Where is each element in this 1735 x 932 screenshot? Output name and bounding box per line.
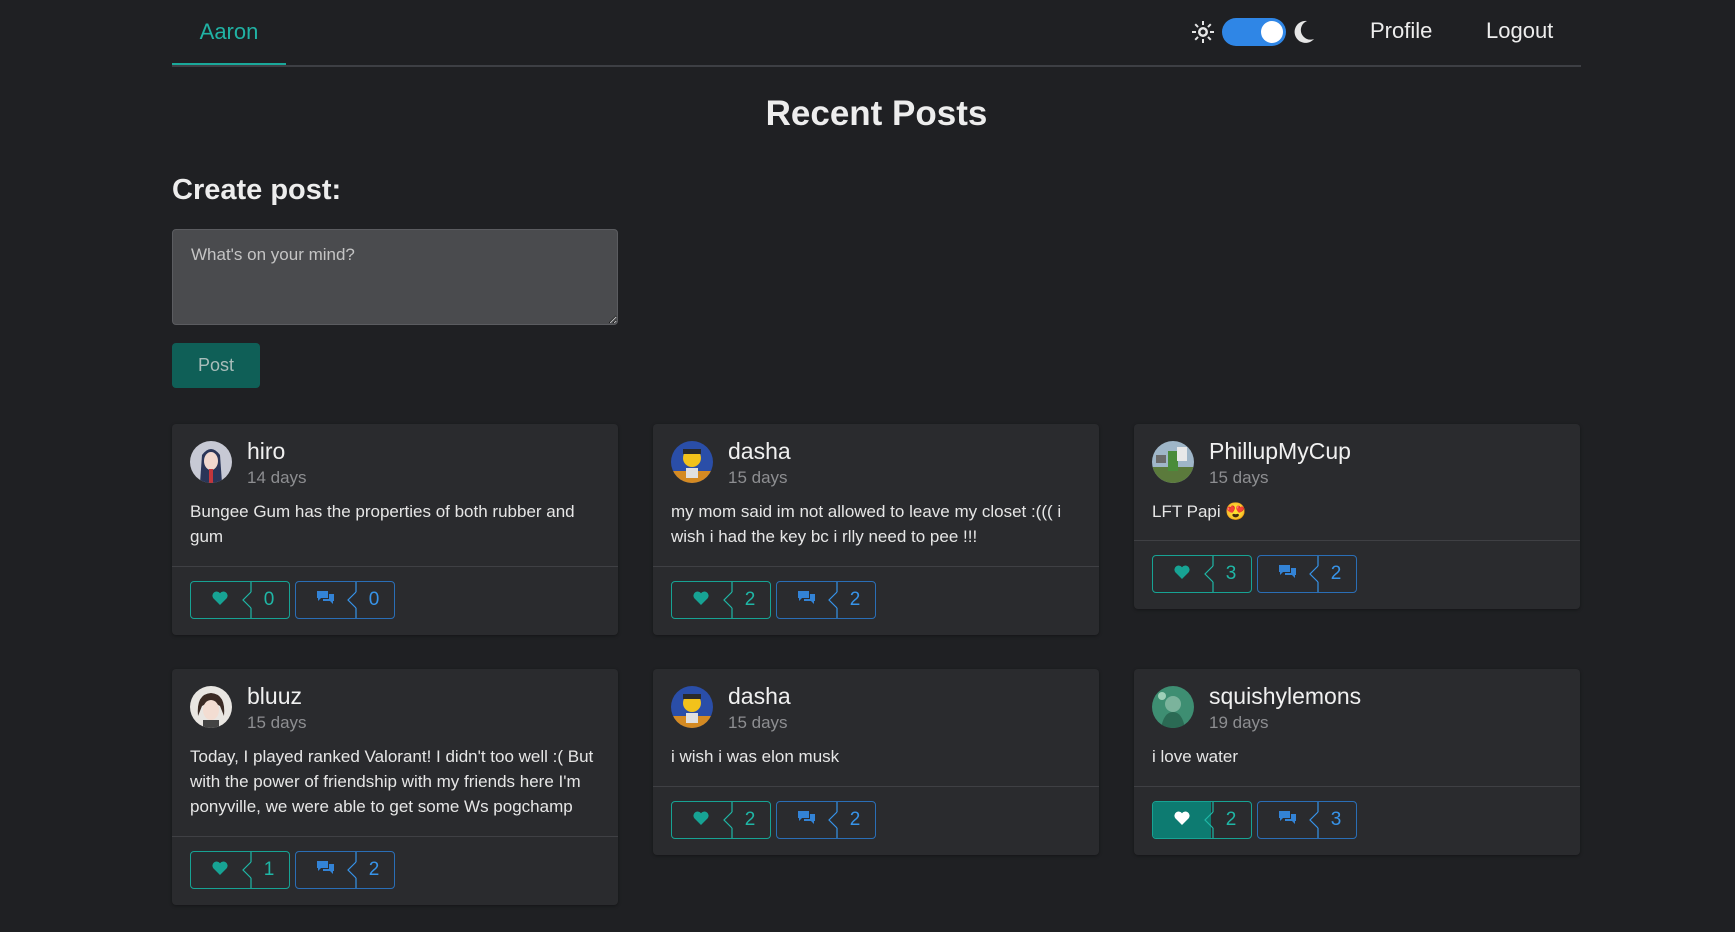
- post-actions: 2 2: [653, 566, 1099, 636]
- like-count: 2: [744, 589, 756, 610]
- post-username[interactable]: squishylemons: [1209, 683, 1361, 710]
- comment-count: 2: [368, 859, 380, 880]
- post-timestamp: 15 days: [247, 713, 307, 732]
- nav-link-logout[interactable]: Logout: [1486, 18, 1553, 44]
- post-input[interactable]: [172, 229, 618, 325]
- post-action-buttons: 3 2: [1152, 555, 1357, 593]
- post-timestamp: 15 days: [1209, 468, 1269, 487]
- like-button[interactable]: 3: [1152, 555, 1252, 593]
- post-card: squishylemons 19 days i love water 2 3: [1134, 669, 1580, 855]
- post-action-buttons: 1 2: [190, 851, 395, 889]
- post-timestamp: 15 days: [728, 468, 788, 487]
- heart-icon: [212, 861, 228, 880]
- post-actions: 1 2: [172, 836, 618, 906]
- post-card: hiro 14 days Bungee Gum has the properti…: [172, 424, 618, 635]
- post-timestamp: 14 days: [247, 468, 307, 487]
- comment-count: 0: [368, 589, 380, 610]
- comments-icon: [1278, 810, 1297, 830]
- create-post-label: Create post:: [172, 174, 342, 206]
- like-button[interactable]: 2: [671, 581, 771, 619]
- post-action-buttons: 2 2: [671, 581, 876, 619]
- post-actions: 2 2: [653, 786, 1099, 856]
- avatar[interactable]: [671, 441, 713, 483]
- heart-icon: [693, 591, 709, 610]
- post-card: bluuz 15 days Today, I played ranked Val…: [172, 669, 618, 905]
- comment-button[interactable]: 2: [776, 581, 876, 619]
- post-action-buttons: 2 2: [671, 801, 876, 839]
- post-button[interactable]: Post: [172, 343, 260, 388]
- theme-switch[interactable]: [1222, 18, 1286, 46]
- post-username[interactable]: dasha: [728, 438, 791, 465]
- like-button[interactable]: 2: [671, 801, 771, 839]
- heart-icon: [1174, 565, 1190, 584]
- heart-icon: [693, 811, 709, 830]
- heart-icon: [212, 591, 228, 610]
- avatar[interactable]: [1152, 441, 1194, 483]
- heart-icon: [1174, 811, 1190, 830]
- like-button[interactable]: 2: [1152, 801, 1252, 839]
- page-container: Aaron Profile Logout Recent Posts Create…: [172, 0, 1581, 932]
- page-title: Recent Posts: [765, 94, 988, 133]
- post-actions: 2 3: [1134, 786, 1580, 856]
- like-count: 2: [744, 809, 756, 830]
- nav-tab-home[interactable]: Aaron: [172, 0, 286, 65]
- comment-button[interactable]: 3: [1257, 801, 1357, 839]
- sun-icon: [1191, 20, 1215, 44]
- comment-count: 3: [1330, 809, 1342, 830]
- like-button[interactable]: 1: [190, 851, 290, 889]
- post-username[interactable]: PhillupMyCup: [1209, 438, 1351, 465]
- comment-button[interactable]: 2: [295, 851, 395, 889]
- post-timestamp: 15 days: [728, 713, 788, 732]
- avatar[interactable]: [190, 441, 232, 483]
- avatar[interactable]: [671, 686, 713, 728]
- post-action-buttons: 2 3: [1152, 801, 1357, 839]
- theme-switch-knob: [1261, 21, 1283, 43]
- post-text: Today, I played ranked Valorant! I didn'…: [190, 747, 594, 816]
- like-count: 2: [1225, 809, 1237, 830]
- like-button[interactable]: 0: [190, 581, 290, 619]
- comments-icon: [797, 590, 816, 610]
- post-username[interactable]: hiro: [247, 438, 285, 465]
- post-text: i wish i was elon musk: [671, 747, 840, 766]
- post-card: dasha 15 days my mom said im not allowed…: [653, 424, 1099, 635]
- comment-button[interactable]: 2: [776, 801, 876, 839]
- post-text: LFT Papi 😍: [1152, 502, 1247, 521]
- avatar[interactable]: [190, 686, 232, 728]
- like-count: 1: [263, 859, 275, 880]
- moon-icon: [1293, 19, 1315, 45]
- like-count: 3: [1225, 563, 1237, 584]
- comments-icon: [316, 590, 335, 610]
- comment-button[interactable]: 0: [295, 581, 395, 619]
- post-action-buttons: 0 0: [190, 581, 395, 619]
- comment-count: 2: [849, 589, 861, 610]
- post-timestamp: 19 days: [1209, 713, 1269, 732]
- post-actions: 3 2: [1134, 540, 1580, 610]
- comment-count: 2: [1330, 563, 1342, 584]
- post-username[interactable]: dasha: [728, 683, 791, 710]
- post-text: my mom said im not allowed to leave my c…: [671, 502, 1062, 546]
- post-actions: 0 0: [172, 566, 618, 636]
- comment-button[interactable]: 2: [1257, 555, 1357, 593]
- post-card: dasha 15 days i wish i was elon musk 2 2: [653, 669, 1099, 855]
- post-text: Bungee Gum has the properties of both ru…: [190, 502, 575, 546]
- avatar[interactable]: [1152, 686, 1194, 728]
- comments-icon: [316, 860, 335, 880]
- comment-count: 2: [849, 809, 861, 830]
- post-card: PhillupMyCup 15 days LFT Papi 😍 3 2: [1134, 424, 1580, 609]
- post-text: i love water: [1152, 747, 1238, 766]
- nav-link-profile[interactable]: Profile: [1370, 18, 1432, 44]
- comments-icon: [1278, 564, 1297, 584]
- comments-icon: [797, 810, 816, 830]
- post-username[interactable]: bluuz: [247, 683, 302, 710]
- navbar: Aaron Profile Logout: [172, 0, 1581, 67]
- theme-toggle: [1191, 17, 1315, 47]
- like-count: 0: [263, 589, 275, 610]
